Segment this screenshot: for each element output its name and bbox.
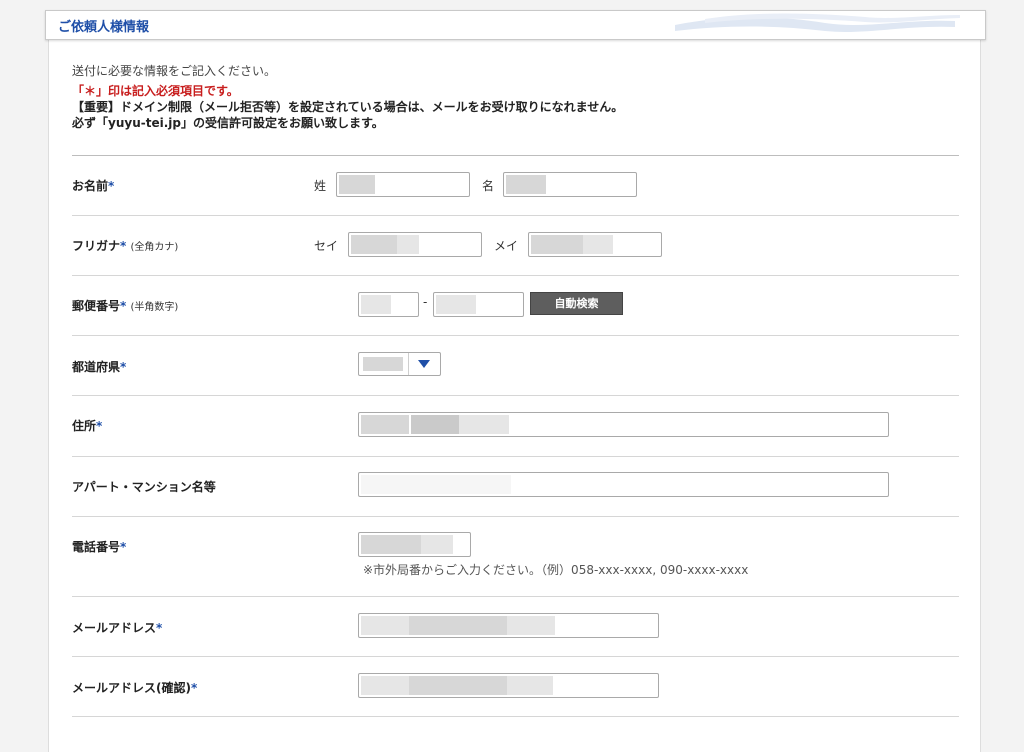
blurred-value [411, 415, 459, 434]
email-confirm-input[interactable] [358, 673, 659, 698]
kana-note: (全角カナ) [130, 242, 179, 253]
first-name-label: 名 [482, 179, 495, 193]
blurred-value [436, 295, 476, 314]
blurred-value [531, 235, 583, 254]
required-mark: * [108, 179, 115, 193]
blurred-value [506, 175, 546, 194]
blurred-value [361, 535, 421, 554]
chevron-down-icon [418, 360, 430, 368]
divider [72, 335, 959, 336]
prefecture-label: 都道府県* [72, 360, 127, 374]
required-mark: * [190, 681, 198, 695]
wave-decoration-icon [675, 13, 960, 32]
blurred-value [507, 676, 553, 695]
blurred-value [421, 535, 453, 554]
intro-line-1: 送付に必要な情報をご記入ください。 [72, 64, 277, 78]
auto-search-button[interactable]: 自動検索 [530, 292, 623, 315]
required-mark: * [120, 360, 127, 374]
blurred-value [583, 235, 613, 254]
divider [72, 516, 959, 517]
blurred-value [409, 616, 507, 635]
divider [72, 215, 959, 216]
building-input[interactable] [358, 472, 889, 497]
email-input[interactable] [358, 613, 659, 638]
divider [72, 395, 959, 396]
zip-label: 郵便番号* (半角数字) [72, 299, 179, 313]
address-input[interactable] [358, 412, 889, 437]
blurred-value [361, 295, 391, 314]
divider [72, 155, 959, 156]
divider [72, 656, 959, 657]
divider [72, 456, 959, 457]
blurred-value [361, 676, 409, 695]
blurred-value [361, 475, 511, 494]
select-separator [408, 353, 409, 375]
form-panel [48, 32, 981, 752]
required-mark: * [120, 540, 127, 554]
prefecture-select[interactable] [358, 352, 441, 376]
domain-warning: 【重要】ドメイン制限（メール拒否等）を設定されている場合は、メールをお受け取りに… [72, 100, 624, 114]
kana-label: フリガナ* (全角カナ) [72, 239, 179, 253]
last-name-input[interactable] [336, 172, 470, 197]
blurred-value [361, 415, 409, 434]
phone-hint: ※市外局番からご入力ください。（例）058-xxx-xxxx, 090-xxxx… [363, 563, 749, 577]
email-label: メールアドレス* [72, 621, 163, 635]
domain-instruction: 必ず「yuyu-tei.jp」の受信許可設定をお願い致します。 [72, 116, 384, 130]
last-kana-label: セイ [314, 239, 339, 253]
last-name-label: 姓 [314, 179, 327, 193]
name-label: お名前* [72, 179, 115, 193]
divider [72, 716, 959, 717]
divider [72, 275, 959, 276]
blurred-value [363, 357, 403, 371]
required-mark: * [120, 299, 127, 313]
section-title: ご依頼人様情報 [58, 20, 150, 35]
blurred-value [409, 676, 507, 695]
building-label: アパート・マンション名等 [72, 480, 216, 494]
address-label: 住所* [72, 419, 103, 433]
blurred-value [339, 175, 375, 194]
zip-first-input[interactable] [358, 292, 419, 317]
last-kana-input[interactable] [348, 232, 482, 257]
phone-input[interactable] [358, 532, 471, 557]
required-mark: * [96, 419, 103, 433]
divider [72, 596, 959, 597]
section-header: ご依頼人様情報 [45, 10, 986, 40]
zip-note: (半角数字) [130, 302, 179, 313]
first-kana-input[interactable] [528, 232, 662, 257]
zip-separator: - [423, 295, 428, 309]
blurred-value [361, 616, 409, 635]
blurred-value [397, 235, 419, 254]
email-confirm-label: メールアドレス(確認)* [72, 681, 198, 695]
zip-second-input[interactable] [433, 292, 524, 317]
required-mark: * [156, 621, 163, 635]
phone-label: 電話番号* [72, 540, 127, 554]
required-notice: 「＊」印は記入必須項目です。 [72, 84, 239, 98]
first-kana-label: メイ [494, 239, 519, 253]
blurred-value [351, 235, 397, 254]
blurred-value [507, 616, 555, 635]
required-mark: * [120, 239, 127, 253]
first-name-input[interactable] [503, 172, 637, 197]
intro-text: 送付に必要な情報をご記入ください。 「＊」印は記入必須項目です。 【重要】ドメイ… [72, 63, 623, 131]
blurred-value [459, 415, 509, 434]
